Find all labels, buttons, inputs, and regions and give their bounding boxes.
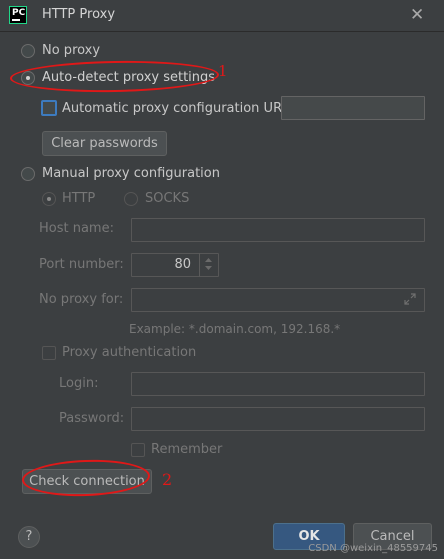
socks-radio[interactable] — [124, 192, 138, 206]
auto-config-url-label: Automatic proxy configuration URL: — [62, 101, 294, 116]
red-annotation-ellipse-1 — [9, 59, 220, 94]
no-proxy-for-input[interactable] — [131, 288, 425, 312]
login-label: Login: — [59, 376, 99, 391]
port-number-label: Port number: — [39, 257, 124, 272]
http-radio[interactable] — [42, 192, 56, 206]
pycharm-app-icon: PC — [9, 6, 27, 24]
proxy-authentication-checkbox[interactable] — [42, 346, 56, 360]
no-proxy-label: No proxy — [42, 43, 101, 58]
proxy-authentication-label: Proxy authentication — [62, 345, 197, 360]
manual-proxy-radio[interactable] — [21, 167, 35, 181]
clear-passwords-button[interactable]: Clear passwords — [42, 131, 167, 156]
socks-label: SOCKS — [145, 191, 190, 206]
password-label: Password: — [59, 411, 125, 426]
red-annotation-mark-1: 1 — [218, 62, 228, 80]
red-annotation-mark-2: 2 — [162, 470, 173, 489]
manual-proxy-label: Manual proxy configuration — [42, 166, 220, 181]
no-proxy-example-text: Example: *.domain.com, 192.168.* — [129, 322, 341, 336]
window-title: HTTP Proxy — [42, 7, 116, 22]
host-name-label: Host name: — [39, 221, 114, 236]
password-input[interactable] — [131, 407, 425, 431]
host-name-input[interactable] — [131, 218, 425, 242]
auto-config-url-checkbox[interactable] — [41, 100, 57, 116]
port-spinner-arrows[interactable] — [199, 253, 217, 277]
http-label: HTTP — [62, 191, 96, 206]
no-proxy-radio[interactable] — [21, 44, 35, 58]
expand-icon[interactable] — [404, 293, 416, 309]
csdn-watermark: CSDN @weixin_48559745 — [308, 543, 438, 554]
port-number-value: 80 — [174, 257, 191, 272]
remember-label: Remember — [151, 442, 223, 457]
app-icon-text: PC — [12, 8, 26, 18]
login-input[interactable] — [131, 372, 425, 396]
remember-checkbox[interactable] — [131, 443, 145, 457]
auto-config-url-input[interactable] — [281, 96, 425, 120]
close-icon[interactable]: ✕ — [410, 5, 424, 25]
help-button[interactable]: ? — [18, 526, 40, 548]
no-proxy-for-label: No proxy for: — [39, 292, 124, 307]
